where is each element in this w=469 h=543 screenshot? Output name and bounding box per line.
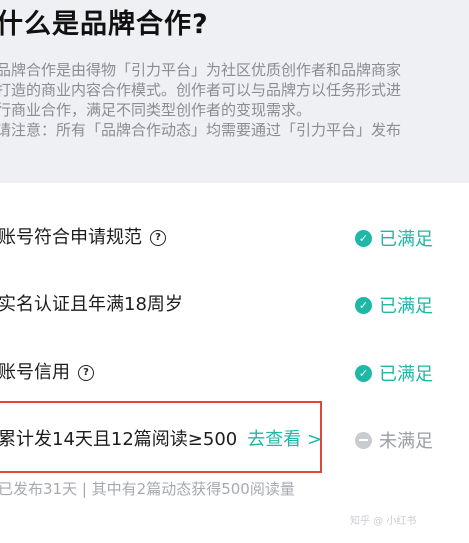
status-satisfied: ✓ 已满足 xyxy=(355,221,433,255)
requirement-label: 实名认证且年满18周岁 xyxy=(0,294,183,315)
view-details-link[interactable]: 去查看 > xyxy=(247,423,322,457)
check-circle-icon: ✓ xyxy=(355,296,372,314)
requirement-label: 累计发14天且12篇阅读≥500 xyxy=(0,429,238,450)
help-icon[interactable]: ? xyxy=(78,365,94,381)
minus-circle-icon xyxy=(355,431,372,449)
watermark: 知乎 @ 小红书 xyxy=(350,516,417,527)
status-unsatisfied: 未满足 xyxy=(355,423,433,457)
status-satisfied: ✓ 已满足 xyxy=(355,356,433,390)
intro-line: 品牌合作是由得物「引力平台」为社区优质创作者和品牌商家 xyxy=(0,61,402,79)
intro-line: 打造的商业内容合作模式。创作者可以与品牌方以任务形式进 xyxy=(0,81,402,99)
intro-paragraph: 品牌合作是由得物「引力平台」为社区优质创作者和品牌商家 打造的商业内容合作模式。… xyxy=(0,60,469,140)
progress-note: 已发布31天 | 其中有2篇动态获得500阅读量 xyxy=(0,480,295,498)
requirement-row-credit: 账号信用 ? ✓ 已满足 xyxy=(0,356,469,390)
status-text: 已满足 xyxy=(379,229,433,250)
requirement-row-publishing: 累计发14天且12篇阅读≥500 去查看 > 未满足 xyxy=(0,423,469,457)
status-text: 已满足 xyxy=(379,296,433,317)
requirement-label: 账号符合申请规范 xyxy=(0,227,142,248)
status-text: 未满足 xyxy=(379,431,433,452)
section-heading: 什么是品牌合作? xyxy=(0,9,209,40)
check-circle-icon: ✓ xyxy=(355,364,372,382)
intro-line: 行商业合作，满足不同类型创作者的变现需求。 xyxy=(0,101,312,119)
requirement-row-account-spec: 账号符合申请规范 ? ✓ 已满足 xyxy=(0,221,469,255)
requirement-row-real-name: 实名认证且年满18周岁 ✓ 已满足 xyxy=(0,288,469,322)
status-text: 已满足 xyxy=(379,364,433,385)
help-icon[interactable]: ? xyxy=(150,230,166,246)
check-circle-icon: ✓ xyxy=(355,229,372,247)
status-satisfied: ✓ 已满足 xyxy=(355,288,433,322)
intro-line: 请注意：所有「品牌合作动态」均需要通过「引力平台」发布 xyxy=(0,121,402,139)
requirement-label: 账号信用 xyxy=(0,362,70,383)
